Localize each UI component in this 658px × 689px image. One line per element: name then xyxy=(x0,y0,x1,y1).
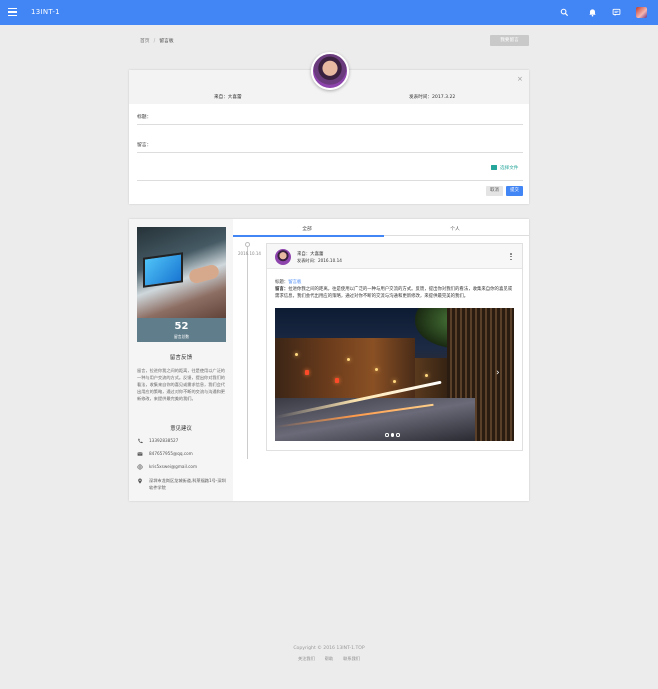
profile-photo xyxy=(137,227,226,320)
location-icon xyxy=(138,478,142,484)
carousel-dot-active[interactable] xyxy=(390,433,394,437)
post-title: 标题：留言板 xyxy=(275,279,301,285)
breadcrumb-home[interactable]: 首页 xyxy=(140,39,150,44)
post-avatar xyxy=(275,249,291,265)
footer-copyright: Copyright © 2016 13INT-1.TOP xyxy=(293,646,365,651)
contact-email[interactable]: 847657955@qq.com xyxy=(149,451,193,456)
menu-icon[interactable] xyxy=(8,8,17,16)
post-body-prefix: 留言： xyxy=(275,287,289,292)
leave-message-button[interactable]: 我要留言 xyxy=(490,35,529,46)
post-time: 发表时间：2016.10.14 xyxy=(297,258,342,263)
compose-time: 发表时间：2017.3.22 xyxy=(409,95,456,100)
post-title-link[interactable]: 留言板 xyxy=(288,280,301,285)
message-tabs: 全部 个人 xyxy=(233,219,529,236)
message-input[interactable] xyxy=(137,152,523,153)
chevron-right-icon[interactable]: › xyxy=(496,368,500,378)
message-count: 52 xyxy=(174,321,189,332)
close-icon[interactable]: × xyxy=(517,75,523,83)
author-avatar xyxy=(311,52,349,90)
folder-icon xyxy=(491,165,497,170)
message-post: 来自：大喜蕾 发表时间：2016.10.14 标题：留言板 留言：拉进你我之间的… xyxy=(266,243,523,451)
feedback-heading: 留言反馈 xyxy=(169,355,193,361)
suggest-heading: 意见建议 xyxy=(170,426,192,432)
compose-card: × 来自：大喜蕾 发表时间：2017.3.22 标题： 留言： 选择文件 取消 … xyxy=(129,70,529,204)
choose-file-button[interactable]: 选择文件 xyxy=(491,165,518,171)
compose-from: 来自：大喜蕾 xyxy=(214,95,242,100)
timeline-date: 2016.10.14 xyxy=(238,251,261,256)
tab-personal[interactable]: 个人 xyxy=(381,225,529,232)
file-field-line xyxy=(137,180,523,181)
cancel-button[interactable]: 取消 xyxy=(486,186,503,196)
breadcrumb-current: 留言板 xyxy=(159,39,174,44)
globe-icon xyxy=(137,464,143,470)
contact-address: 深圳市龙岗区龙城街道,科莱福路1号-深圳软件学院 xyxy=(149,478,226,490)
phone-icon xyxy=(138,438,143,444)
search-icon[interactable] xyxy=(560,8,569,17)
tab-all[interactable]: 全部 xyxy=(233,225,381,232)
message-count-caption: 留言总数 xyxy=(173,334,190,339)
title-input[interactable] xyxy=(137,124,523,125)
feedback-text: 留言，拉进你我之间的距离，往是使用以广泛的一种与用户交流的方式。反馈，提出你对我… xyxy=(137,368,225,401)
post-from: 来自：大喜蕾 xyxy=(297,252,324,257)
active-tab-indicator xyxy=(233,235,384,237)
breadcrumb: 首页 / 留言板 xyxy=(140,37,174,44)
breadcrumb-separator: / xyxy=(153,39,156,44)
carousel-dots xyxy=(385,433,402,439)
message-count-stat: 52 留言总数 xyxy=(137,318,226,342)
carousel-dot[interactable] xyxy=(385,433,389,437)
choose-file-label: 选择文件 xyxy=(500,166,519,171)
email-icon xyxy=(137,452,143,456)
profile-sidebar: 52 留言总数 留言反馈 留言，拉进你我之间的距离，往是使用以广泛的一种与用户交… xyxy=(129,219,233,501)
post-body: 留言：拉进你我之间的距离，往是使用以广泛的一种与用户交流的方式。反馈，提出你对我… xyxy=(275,286,515,300)
title-label: 标题： xyxy=(137,115,152,120)
bell-icon[interactable] xyxy=(588,8,597,17)
timeline-line xyxy=(247,247,248,459)
app-brand[interactable]: 13INT-1 xyxy=(31,8,60,16)
footer-link-help[interactable]: 帮助 xyxy=(325,656,333,661)
user-avatar[interactable] xyxy=(636,7,647,18)
submit-button[interactable]: 提交 xyxy=(506,186,523,196)
carousel-dot[interactable] xyxy=(396,433,400,437)
contact-phone: 13392838527 xyxy=(149,438,179,443)
post-header: 来自：大喜蕾 发表时间：2016.10.14 xyxy=(267,244,522,269)
top-app-bar: 13INT-1 xyxy=(0,0,658,25)
footer-link-follow[interactable]: 关注我们 xyxy=(298,656,315,661)
more-vert-icon[interactable] xyxy=(510,253,512,261)
messages-card: 52 留言总数 留言反馈 留言，拉进你我之间的距离，往是使用以广泛的一种与用户交… xyxy=(129,219,529,501)
contact-gmail[interactable]: kris5xswei@gmail.com xyxy=(149,464,197,469)
post-title-prefix: 标题： xyxy=(275,280,289,285)
footer-link-contact[interactable]: 联系我们 xyxy=(343,656,360,661)
timeline-dot xyxy=(245,242,250,247)
footer-links: 关注我们 帮助 联系我们 xyxy=(0,656,658,662)
post-body-text: 拉进你我之间的距离，往是使用以广泛的一种与用户交流的方式。反馈，提出你对我们的看… xyxy=(275,287,513,299)
message-icon[interactable] xyxy=(612,8,621,17)
message-label: 留言： xyxy=(137,143,152,148)
image-carousel[interactable]: › xyxy=(275,308,514,441)
